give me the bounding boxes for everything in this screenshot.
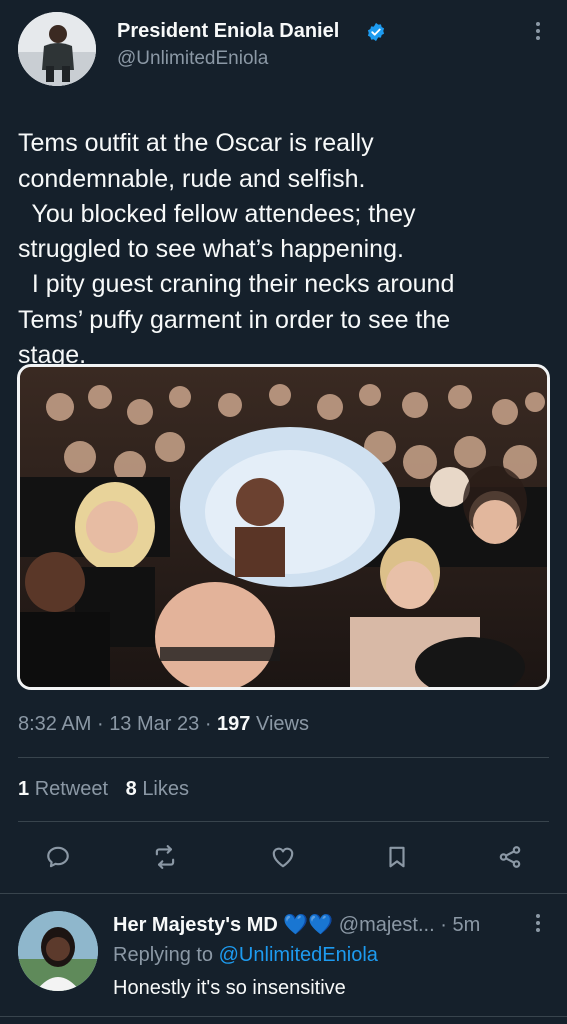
tweet-line: Tems’ puffy garment in order to see the bbox=[18, 305, 451, 334]
likes-label: Likes bbox=[142, 778, 190, 800]
tweet-text: Tems outfit at the Oscar is really condem… bbox=[18, 91, 548, 409]
divider bbox=[18, 821, 549, 822]
divider bbox=[18, 757, 549, 758]
reply-text: Honestly it's so insensitive bbox=[113, 977, 346, 999]
timestamp-row: 8:32 AM · 13 Mar 23 · 197 Views bbox=[18, 713, 309, 736]
reply-author-emoji: 💙💙 bbox=[283, 914, 334, 936]
tweet-time[interactable]: 8:32 AM bbox=[18, 713, 91, 735]
reply-author-handle[interactable]: @majest... bbox=[339, 914, 435, 936]
heart-icon[interactable] bbox=[270, 844, 296, 875]
reply-author-avatar[interactable] bbox=[18, 911, 98, 991]
retweets-count: 1 bbox=[18, 778, 30, 800]
views-label[interactable]: Views bbox=[256, 713, 309, 735]
likes-stat[interactable]: 8 Likes bbox=[126, 778, 189, 800]
crowd-photo-illustration bbox=[20, 367, 547, 687]
replying-to-line: Replying to @UnlimitedEniola bbox=[113, 944, 378, 967]
verified-badge-icon bbox=[366, 22, 386, 42]
author-handle[interactable]: @UnlimitedEniola bbox=[117, 48, 268, 70]
replying-prefix: Replying to bbox=[113, 944, 214, 966]
tweet-line: I pity guest craning their necks around bbox=[18, 270, 455, 299]
reply-author-name[interactable]: Her Majesty's MD bbox=[113, 914, 278, 936]
author-name-text[interactable]: President Eniola Daniel bbox=[117, 20, 339, 42]
tweet-line: You blocked fellow attendees; they bbox=[18, 199, 416, 228]
divider bbox=[0, 1016, 567, 1017]
author-avatar[interactable] bbox=[18, 12, 96, 86]
separator: · bbox=[96, 713, 104, 735]
divider bbox=[0, 893, 567, 894]
more-vertical-icon[interactable] bbox=[529, 20, 547, 40]
retweet-icon[interactable] bbox=[152, 844, 178, 875]
bookmark-icon[interactable] bbox=[384, 844, 410, 875]
tweet-line: struggled to see what’s happening. bbox=[18, 235, 404, 264]
likes-count: 8 bbox=[125, 778, 137, 800]
engagement-row: 1 Retweet 8 Likes bbox=[18, 778, 189, 801]
reply-age[interactable]: 5m bbox=[452, 914, 480, 936]
separator: · bbox=[440, 914, 447, 936]
replying-to-handle[interactable]: @UnlimitedEniola bbox=[219, 944, 378, 966]
tweet-date[interactable]: 13 Mar 23 bbox=[109, 713, 199, 735]
tweet-line: Tems outfit at the Oscar is really bbox=[18, 129, 374, 158]
views-count[interactable]: 197 bbox=[217, 713, 250, 735]
share-icon[interactable] bbox=[497, 844, 523, 875]
reply-header: Her Majesty's MD 💙💙 @majest... · 5m bbox=[113, 912, 480, 937]
reply-bubble-icon[interactable] bbox=[45, 844, 71, 875]
separator: · bbox=[204, 713, 212, 735]
author-name[interactable]: President Eniola Daniel bbox=[117, 20, 339, 43]
tweet-photo[interactable] bbox=[17, 364, 550, 690]
retweets-stat[interactable]: 1 Retweet bbox=[18, 778, 114, 800]
more-vertical-icon[interactable] bbox=[529, 912, 547, 932]
tweet-line: condemnable, rude and selfish. bbox=[18, 164, 366, 193]
retweets-label: Retweet bbox=[34, 778, 109, 800]
